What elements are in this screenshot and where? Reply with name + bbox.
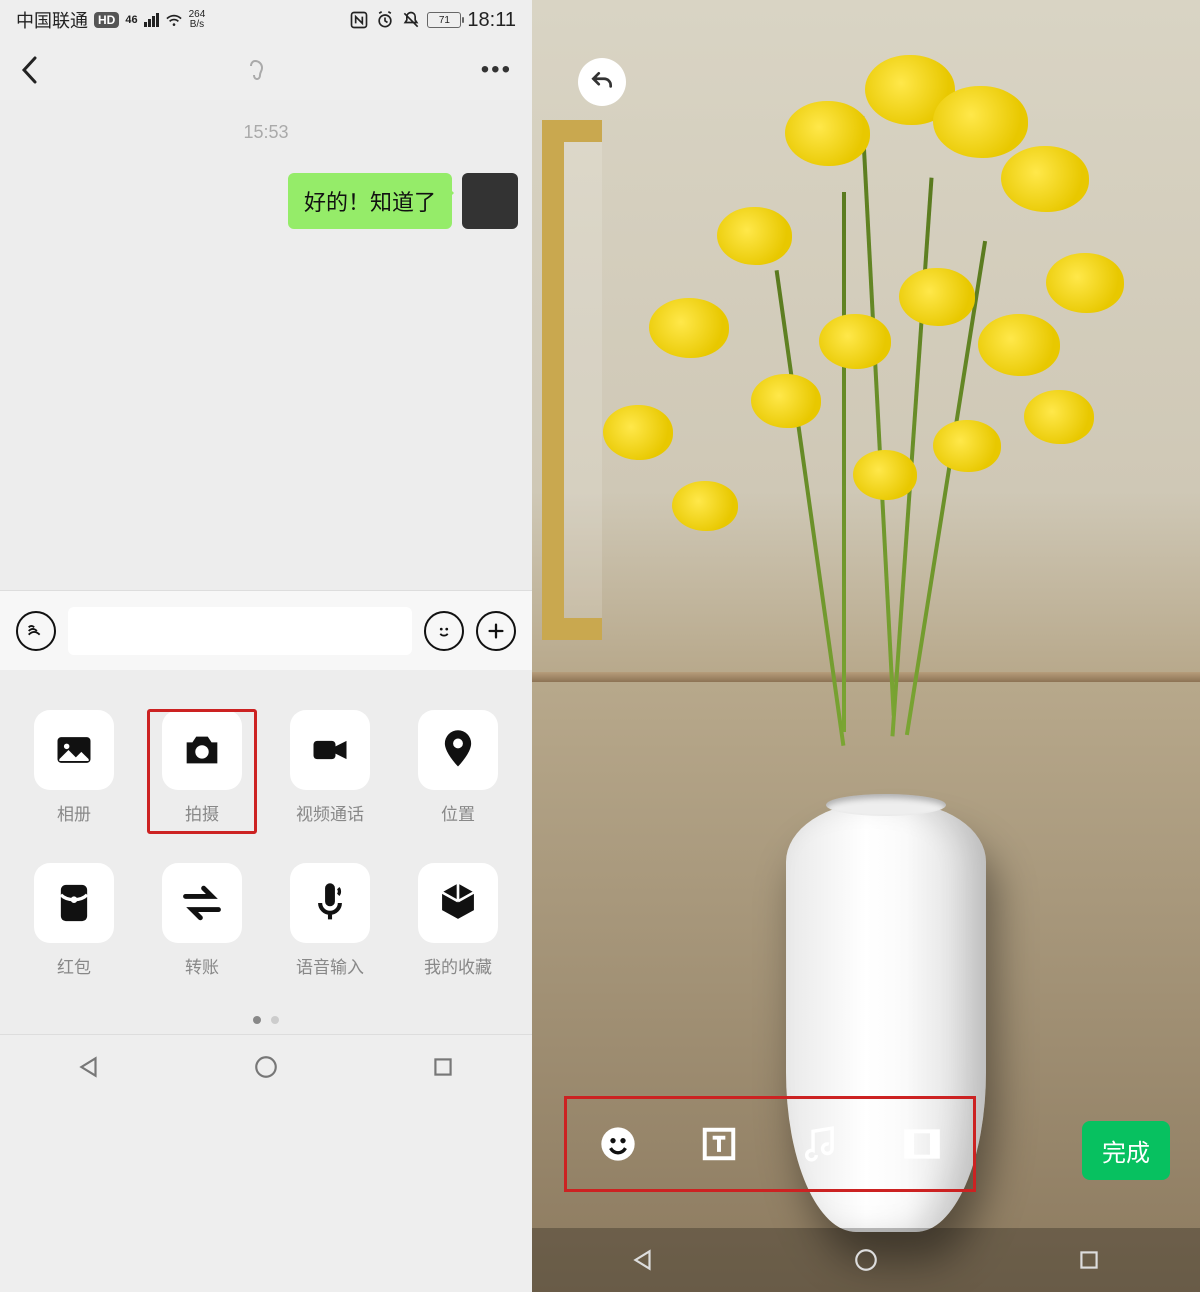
mute-icon	[401, 10, 421, 30]
nav-home-button[interactable]	[853, 1247, 879, 1273]
nav-recents-button[interactable]	[1076, 1247, 1102, 1273]
carrier-label: 中国联通	[16, 7, 88, 33]
edit-toolbar	[564, 1096, 976, 1192]
nav-back-button[interactable]	[76, 1054, 102, 1080]
image-icon	[52, 728, 96, 772]
done-button[interactable]: 完成	[1082, 1121, 1170, 1180]
attach-label: 转账	[185, 953, 219, 978]
page-dot	[271, 1016, 279, 1024]
attach-item-videocall[interactable]: 视频通话	[276, 710, 384, 833]
page-dot-active	[253, 1016, 261, 1024]
mic-icon	[310, 880, 350, 926]
attach-item-album[interactable]: 相册	[20, 710, 128, 833]
system-nav-bar	[532, 1228, 1200, 1292]
nav-recents-button[interactable]	[430, 1054, 456, 1080]
attach-label: 我的收藏	[424, 953, 492, 978]
earpiece-icon[interactable]	[247, 58, 271, 82]
undo-button[interactable]	[578, 58, 626, 106]
attach-label: 相册	[57, 800, 91, 825]
attachment-panel: 相册 拍摄 视频通话 位置 红包 转账	[0, 670, 532, 1034]
status-bar: 中国联通 HD 46 264 B/s 71 18:11	[0, 0, 532, 40]
system-nav-bar	[0, 1034, 532, 1098]
location-icon	[438, 727, 478, 773]
clock-label: 18:11	[467, 9, 516, 32]
chat-screen: 中国联通 HD 46 264 B/s 71 18:11 ••• 15:53 好的…	[0, 0, 532, 1292]
photo-editor-screen: 完成	[532, 0, 1200, 1292]
attach-label: 红包	[57, 953, 91, 978]
attach-label: 位置	[441, 800, 475, 825]
attach-label: 语音输入	[296, 953, 364, 978]
more-button[interactable]: •••	[481, 56, 512, 84]
transfer-icon	[179, 883, 225, 923]
status-left: 中国联通 HD 46 264 B/s	[16, 7, 205, 33]
attach-item-voiceinput[interactable]: 语音输入	[276, 863, 384, 978]
text-tool-button[interactable]	[697, 1122, 741, 1166]
camera-icon	[179, 727, 225, 773]
attach-label: 拍摄	[185, 800, 219, 825]
attach-item-camera[interactable]: 拍摄	[148, 710, 256, 833]
page-indicator	[20, 1016, 512, 1024]
music-tool-button[interactable]	[799, 1122, 843, 1166]
net-speed: 264 B/s	[189, 10, 206, 30]
nav-home-button[interactable]	[253, 1054, 279, 1080]
nfc-icon	[349, 10, 369, 30]
emoji-button[interactable]	[424, 611, 464, 651]
attach-toggle-button[interactable]	[476, 611, 516, 651]
nav-back-button[interactable]	[630, 1247, 656, 1273]
video-icon	[308, 728, 352, 772]
chat-header: •••	[0, 40, 532, 100]
avatar[interactable]	[462, 173, 518, 229]
message-timestamp: 15:53	[0, 100, 532, 143]
net-gen-label: 46	[125, 14, 137, 26]
emoji-tool-button[interactable]	[596, 1122, 640, 1166]
attach-item-favorites[interactable]: 我的收藏	[404, 863, 512, 978]
back-button[interactable]	[20, 55, 38, 85]
message-input[interactable]	[68, 607, 412, 655]
hd-badge: HD	[94, 12, 119, 28]
status-right: 71 18:11	[349, 9, 516, 32]
message-bubble[interactable]: 好的！知道了	[288, 173, 452, 229]
attach-item-redpacket[interactable]: 红包	[20, 863, 128, 978]
redpacket-icon	[54, 880, 94, 926]
signal-icon	[144, 13, 159, 27]
battery-icon: 71	[427, 12, 461, 28]
alarm-icon	[375, 10, 395, 30]
cube-icon	[436, 880, 480, 926]
voice-toggle-button[interactable]	[16, 611, 56, 651]
attach-item-location[interactable]: 位置	[404, 710, 512, 833]
message-row: 好的！知道了	[0, 143, 532, 229]
chat-body[interactable]: 15:53 好的！知道了	[0, 100, 532, 590]
attach-label: 视频通话	[296, 800, 364, 825]
flower-bouquet	[592, 40, 1160, 800]
crop-tool-button[interactable]	[900, 1122, 944, 1166]
input-bar	[0, 590, 532, 670]
attach-item-transfer[interactable]: 转账	[148, 863, 256, 978]
wifi-icon	[165, 11, 183, 29]
attachment-grid: 相册 拍摄 视频通话 位置 红包 转账	[20, 710, 512, 978]
